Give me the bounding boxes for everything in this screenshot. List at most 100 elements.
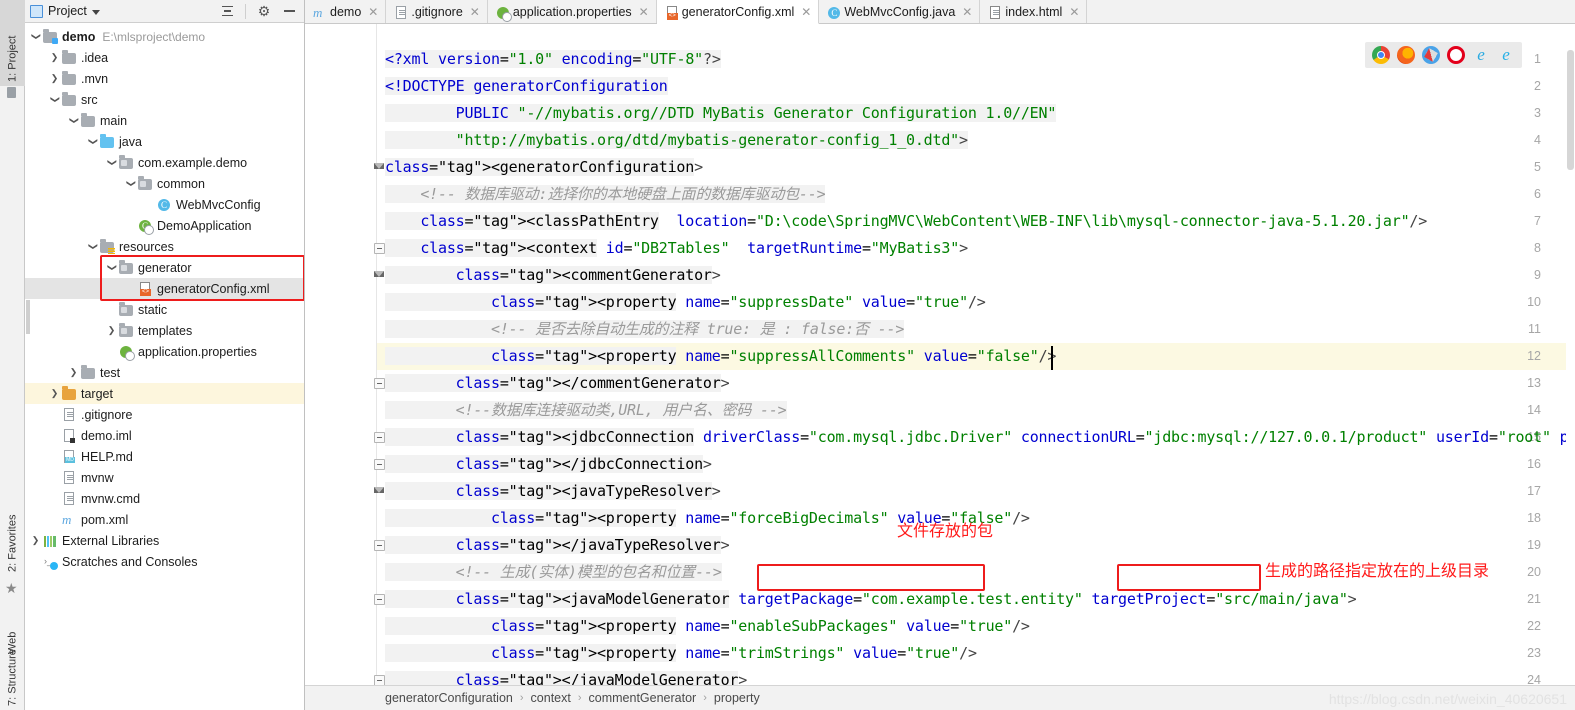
java-class-icon: C <box>826 5 841 19</box>
opera-icon[interactable] <box>1447 46 1465 64</box>
code-fold-marker[interactable] <box>374 540 385 551</box>
breadcrumb-separator: › <box>519 692 524 704</box>
editor-tab-application-properties[interactable]: application.properties ✕ <box>488 0 657 23</box>
project-tree[interactable]: demo E:\mlsproject\demo .idea .mvn srcmain ja… <box>25 23 304 710</box>
code-line: class="tag"><generatorConfiguration> <box>385 158 703 176</box>
editor-tab-demo[interactable]: m demo ✕ <box>305 0 387 23</box>
tree-node-label: WebMvcConfig <box>176 197 261 212</box>
tree-node-application.properties[interactable]: application.properties <box>25 341 304 362</box>
code-fold-marker[interactable] <box>374 675 385 685</box>
tree-node-webmvcconfig[interactable]: C WebMvcConfig <box>25 194 304 215</box>
code-fold-marker[interactable] <box>374 486 385 497</box>
tree-expand-arrow[interactable] <box>105 263 118 272</box>
tree-expand-arrow[interactable] <box>48 53 61 62</box>
edge-icon[interactable]: e <box>1497 46 1515 64</box>
editor-vertical-scrollbar[interactable] <box>1566 48 1575 660</box>
tree-expand-arrow[interactable] <box>86 242 99 251</box>
tree-node-pom.xml[interactable]: m pom.xml <box>25 509 304 530</box>
tree-expand-arrow[interactable] <box>48 389 61 398</box>
collapse-all-button[interactable] <box>217 1 237 21</box>
close-icon[interactable]: ✕ <box>368 5 378 19</box>
tree-expand-arrow[interactable] <box>105 326 118 335</box>
tool-tab-favorites[interactable]: 2: Favorites <box>0 480 25 576</box>
annotation-text-package: 文件存放的包 <box>897 521 994 540</box>
tree-node-.gitignore[interactable]: .gitignore <box>25 404 304 425</box>
close-icon[interactable]: ✕ <box>470 5 480 19</box>
minimize-icon <box>283 10 295 12</box>
tree-node-mvnw[interactable]: mvnw <box>25 467 304 488</box>
code-editor[interactable]: 1 <?xml version="1.0" encoding="UTF-8"?> 2… <box>305 24 1575 685</box>
tree-expand-arrow[interactable] <box>48 74 61 83</box>
tree-expand-arrow[interactable] <box>29 536 42 545</box>
tree-node-src[interactable]: src <box>25 89 304 110</box>
tree-node-demo.iml[interactable]: demo.iml <box>25 425 304 446</box>
firefox-icon[interactable] <box>1397 46 1415 64</box>
chevron-down-icon[interactable] <box>91 9 100 15</box>
settings-button[interactable]: ⚙ <box>254 1 274 21</box>
gear-icon: ⚙ <box>257 3 271 19</box>
tree-node-templates[interactable]: templates <box>25 320 304 341</box>
tree-node-demoapplication[interactable]: C DemoApplication <box>25 215 304 236</box>
maven-file-icon: m <box>62 511 72 527</box>
breadcrumb-item-context[interactable]: context <box>531 691 571 705</box>
tree-node-label: java <box>119 134 142 149</box>
tree-expand-arrow[interactable] <box>124 179 137 188</box>
tree-node-test[interactable]: test <box>25 362 304 383</box>
code-line: class="tag"><javaModelGenerator targetPa… <box>385 586 1357 613</box>
tree-node-common[interactable]: common <box>25 173 304 194</box>
code-fold-marker[interactable] <box>374 459 385 470</box>
code-line: <!--数据库连接驱动类,URL, 用户名、密码 --> <box>385 397 787 424</box>
breadcrumb-item-generatorconfiguration[interactable]: generatorConfiguration <box>385 691 513 705</box>
close-icon[interactable]: ✕ <box>801 5 811 19</box>
chrome-icon[interactable] <box>1372 46 1390 64</box>
code-fold-marker[interactable] <box>374 270 385 281</box>
code-fold-marker[interactable] <box>374 162 385 173</box>
close-icon[interactable]: ✕ <box>1069 5 1079 19</box>
tree-expand-arrow[interactable] <box>67 368 80 377</box>
tree-node-com.example.demo[interactable]: com.example.demo <box>25 152 304 173</box>
tree-node-java[interactable]: java <box>25 131 304 152</box>
tree-expand-arrow[interactable] <box>86 137 99 146</box>
close-icon[interactable]: ✕ <box>962 5 972 19</box>
tool-tab-project[interactable]: 1: Project <box>0 0 25 86</box>
close-icon[interactable]: ✕ <box>639 5 649 19</box>
iml-file-icon <box>61 428 77 444</box>
editor-tab-index-html[interactable]: index.html ✕ <box>980 0 1088 23</box>
breadcrumb-item-commentgenerator[interactable]: commentGenerator <box>589 691 697 705</box>
tree-node-main[interactable]: main <box>25 110 304 131</box>
tree-node-.idea[interactable]: .idea <box>25 47 304 68</box>
browser-launch-bar[interactable]: e e <box>1365 42 1522 68</box>
editor-tab-webmvcconfig-java[interactable]: C WebMvcConfig.java ✕ <box>819 0 981 23</box>
tree-node-target[interactable]: target <box>25 383 304 404</box>
editor-tab-generatorconfig-xml[interactable]: generatorConfig.xml ✕ <box>656 0 820 24</box>
tree-expand-arrow[interactable] <box>105 158 118 167</box>
code-line: class="tag"><javaTypeResolver> <box>385 478 721 505</box>
tree-node-generator[interactable]: generator <box>25 257 304 278</box>
tree-node-scratches-and-consoles[interactable]: ›_ Scratches and Consoles <box>25 551 304 572</box>
spring-props-icon <box>495 5 512 22</box>
internet-explorer-icon[interactable]: e <box>1472 46 1490 64</box>
code-fold-marker[interactable] <box>374 594 385 605</box>
tree-node-generatorconfig.xml[interactable]: generatorConfig.xml <box>25 278 304 299</box>
tree-node-resources[interactable]: resources <box>25 236 304 257</box>
breadcrumb-item-property[interactable]: property <box>714 691 760 705</box>
tree-node-mvnw.cmd[interactable]: mvnw.cmd <box>25 488 304 509</box>
tree-node-external-libraries[interactable]: External Libraries <box>25 530 304 551</box>
tool-tab-structure[interactable]: 7: Structure <box>0 640 25 710</box>
tree-expand-arrow[interactable] <box>48 95 61 104</box>
line-number: 16 <box>1527 457 1541 471</box>
code-fold-marker[interactable] <box>374 243 385 254</box>
code-fold-marker[interactable] <box>374 432 385 443</box>
editor-tab--gitignore[interactable]: .gitignore ✕ <box>386 0 488 23</box>
tree-expand-arrow[interactable] <box>67 116 80 125</box>
tree-node-help.md[interactable]: HELP.md <box>25 446 304 467</box>
tree-node-.mvn[interactable]: .mvn <box>25 68 304 89</box>
safari-icon[interactable] <box>1422 46 1440 64</box>
tree-expand-arrow[interactable] <box>29 32 42 41</box>
code-fold-marker[interactable] <box>374 378 385 389</box>
tree-node-static[interactable]: static <box>25 299 304 320</box>
tree-node-demo[interactable]: demo E:\mlsproject\demo <box>25 26 304 47</box>
hide-panel-button[interactable] <box>279 1 299 21</box>
scrollbar-thumb[interactable] <box>1567 50 1574 170</box>
editor-tab-bar[interactable]: m demo ✕ .gitignore ✕ application.properties ✕… <box>305 0 1575 24</box>
